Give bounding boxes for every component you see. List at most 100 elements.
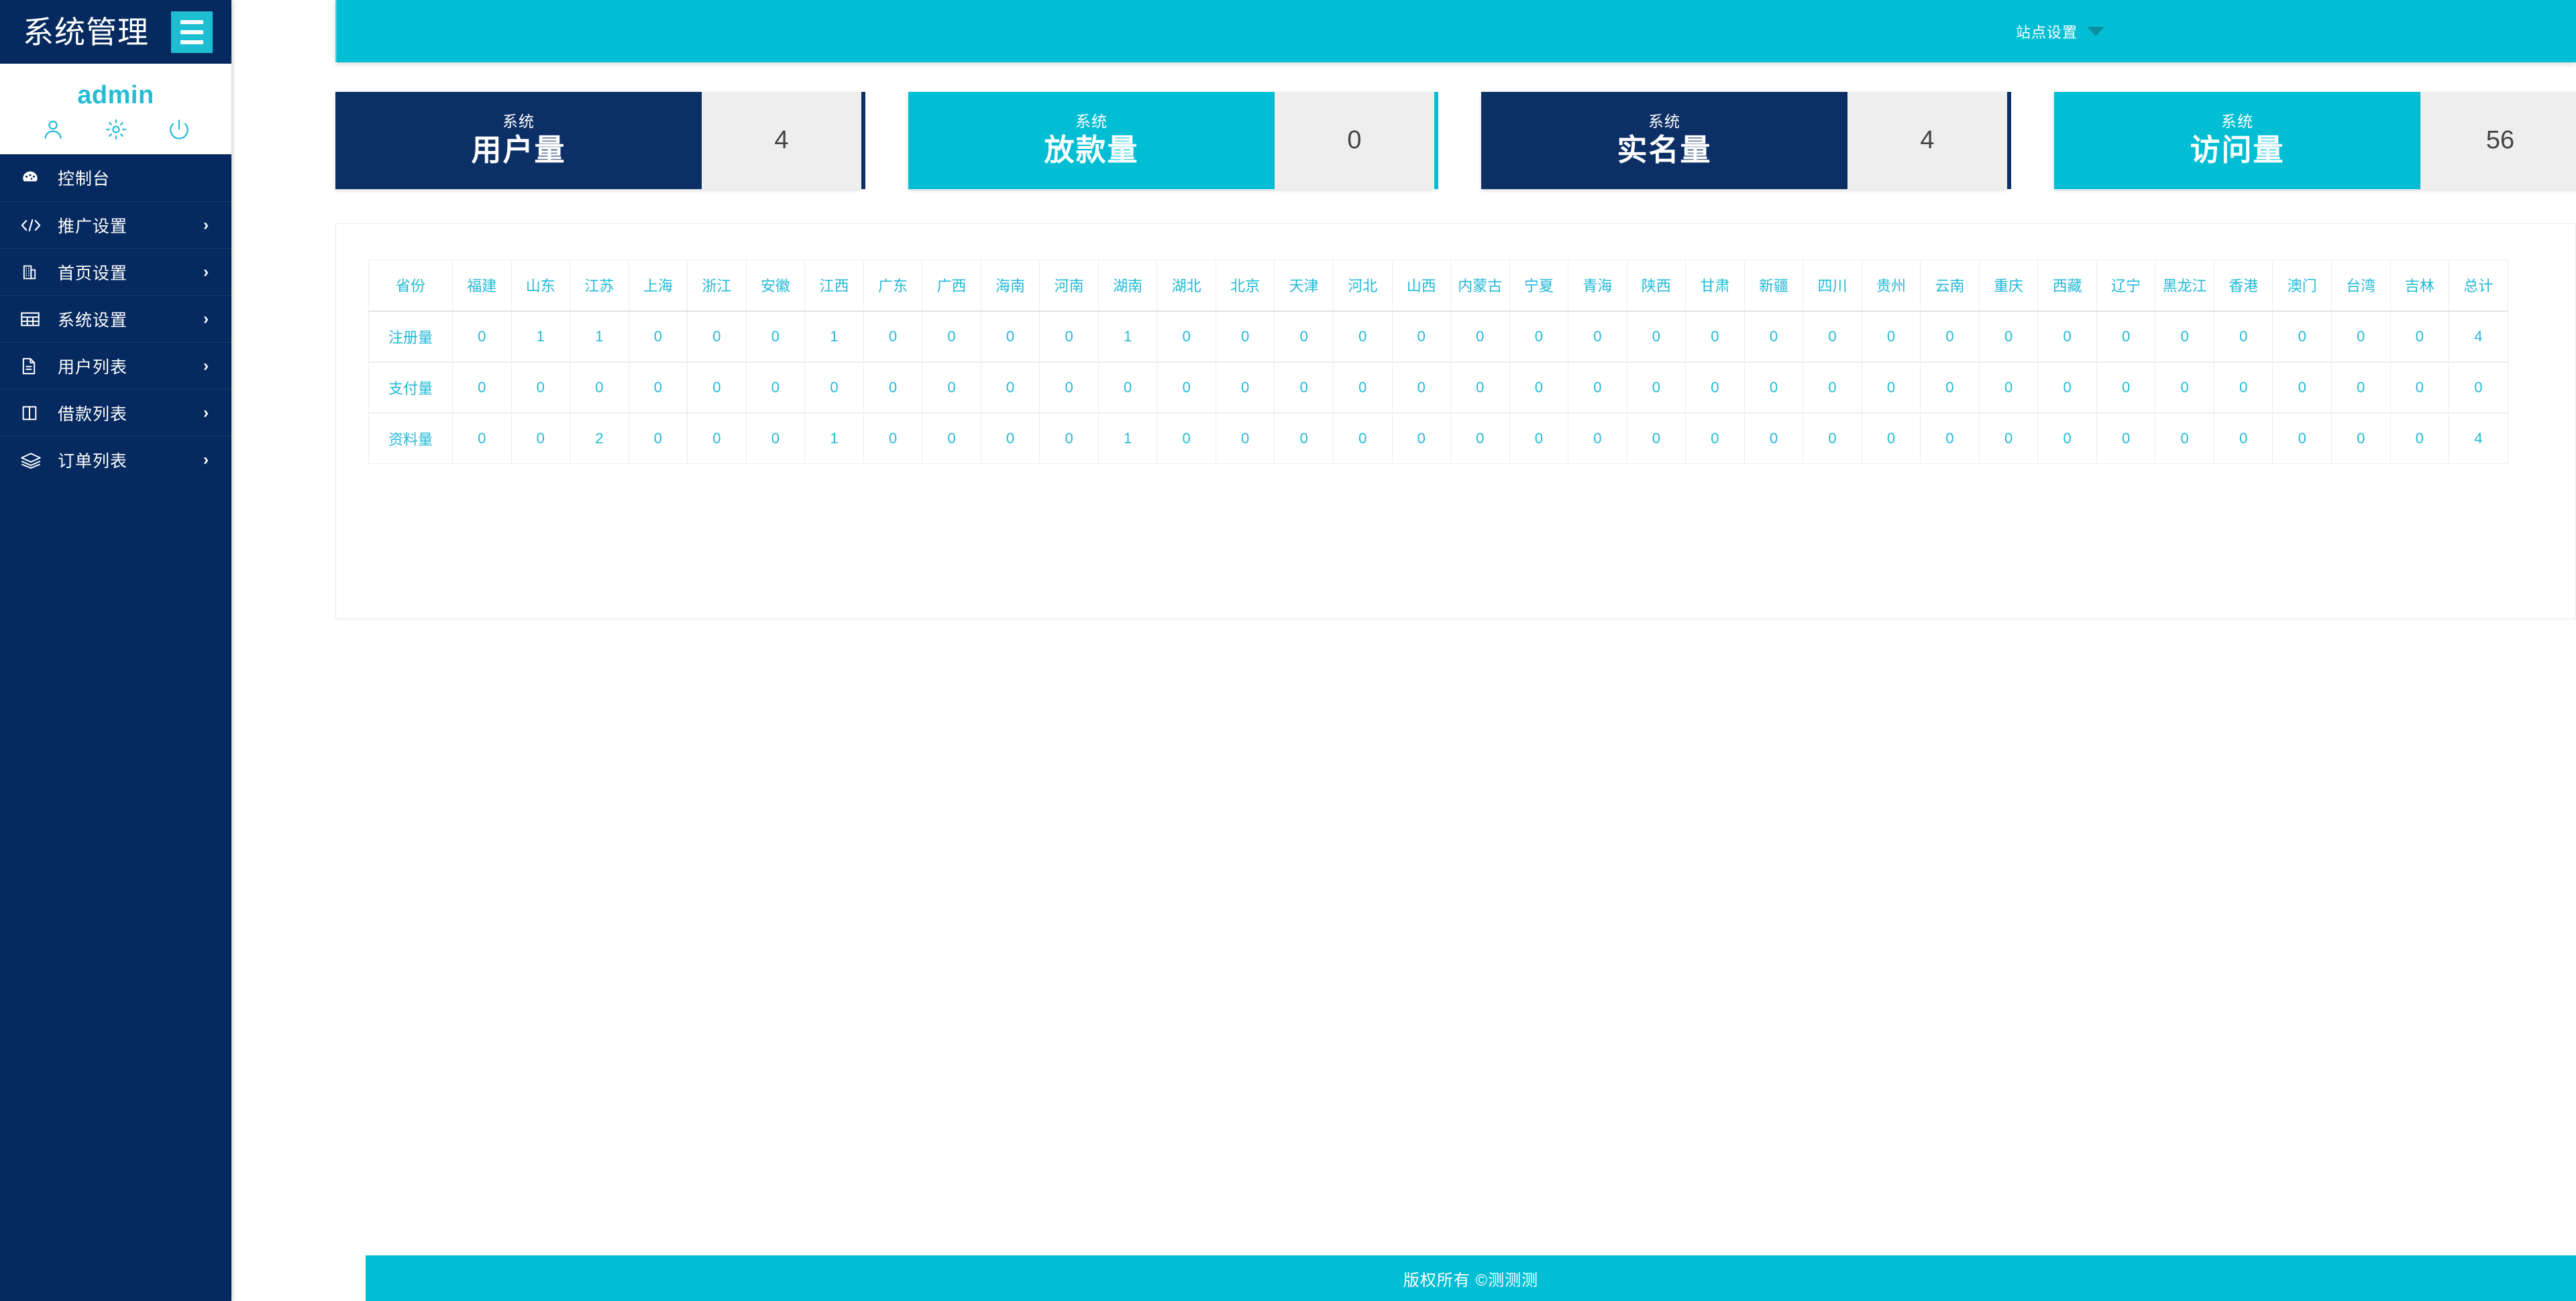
table-cell: 0: [687, 361, 747, 413]
user-profile-icon[interactable]: [42, 118, 64, 141]
table-column-header: 辽宁: [2096, 260, 2156, 312]
table-cell: 0: [452, 361, 512, 413]
table-cell: 0: [2272, 310, 2332, 362]
table-column-header: 北京: [1215, 260, 1275, 312]
content-panel: 省份 福建 山东 江苏 上海 浙江 安徽 江西 广东 广西 海南 河南 湖南 湖北 北京 天津 河北 山西 内蒙古宁…: [335, 223, 2576, 619]
sidebar-item-order-list[interactable]: 订单列表 ›: [0, 436, 231, 483]
stat-card-visit-count[interactable]: 系统 访问量 56: [2054, 92, 2576, 189]
table-cell: 0: [863, 310, 923, 362]
table-cell: 0: [745, 361, 806, 413]
table-cell: 0: [2272, 412, 2332, 464]
stat-card-value: 4: [1847, 92, 2007, 189]
table-column-header-label: 省份: [368, 260, 453, 312]
table-column-header: 广东: [863, 260, 923, 312]
table-cell: 0: [1215, 412, 1275, 464]
table-cell: 0: [2096, 310, 2156, 362]
table-cell: 1: [804, 412, 864, 464]
table-cell: 0: [1274, 310, 1334, 362]
table-cell: 0: [1509, 412, 1569, 464]
stat-card-realname-count[interactable]: 系统 实名量 4: [1481, 92, 2011, 189]
sidebar-item-promotion-settings[interactable]: 推广设置 ›: [0, 201, 231, 248]
table-column-header: 江苏: [570, 260, 629, 312]
table-column-header: 贵州: [1861, 260, 1921, 312]
table-column-header: 西藏: [2037, 260, 2097, 312]
table-cell: 0: [1097, 361, 1158, 413]
table-header-row: 省份 福建 山东 江苏 上海 浙江 安徽 江西 广东 广西 海南 河南 湖南 湖北 北京 天津 河北 山西 内蒙古宁…: [368, 260, 2508, 312]
user-panel: admin: [0, 64, 231, 154]
table-cell: 0: [2213, 310, 2273, 362]
stat-card-title: 访问量: [2190, 133, 2285, 168]
table-column-header: 安徽: [745, 260, 806, 312]
stat-card-user-count[interactable]: 系统 用户量 4: [335, 92, 865, 189]
stat-card-accent-bar: [1434, 92, 1438, 189]
chevron-right-icon: ›: [203, 215, 209, 234]
table-row: 支付量 0 0 0 0 0 0 0 0 0 0 0 0 0 0 0 0 0 0 0 0 0 0 0 0 0 0 0 0 0 0 0 0 0 0 0: [368, 361, 2508, 413]
stat-cards-row: 系统 用户量 4 系统 放款量 0 系统 实名量 4 系统 访问量 56: [335, 92, 2576, 189]
table-cell: 0: [2331, 412, 2391, 464]
table-cell: 0: [687, 412, 747, 464]
table-cell: 0: [1157, 412, 1216, 464]
sidebar-item-label: 首页设置: [58, 264, 128, 283]
table-cell: 1: [1097, 310, 1158, 362]
table-cell: 0: [2390, 361, 2450, 413]
table-cell: 0: [1157, 361, 1216, 413]
stat-card-header: 系统 放款量: [908, 92, 1275, 189]
table-column-header: 福建: [452, 260, 512, 312]
table-cell: 0: [2331, 310, 2391, 362]
table-column-header: 云南: [1920, 260, 1980, 312]
table-cell: 0: [1391, 310, 1452, 362]
table-cell: 0: [2155, 412, 2214, 464]
table-cell: 0: [922, 310, 981, 362]
stat-card-title: 用户量: [471, 133, 566, 168]
table-cell: 0: [452, 412, 512, 464]
stat-card-header: 系统 用户量: [335, 92, 702, 189]
sidebar-item-system-settings[interactable]: 系统设置 ›: [0, 295, 231, 342]
table-cell: 0: [2331, 361, 2391, 413]
chevron-down-icon: [2087, 26, 2105, 36]
sidebar-item-dashboard[interactable]: 控制台: [0, 154, 231, 201]
user-action-icons: [42, 118, 191, 141]
dashboard-icon: [20, 167, 48, 188]
sidebar-item-label: 用户列表: [58, 357, 128, 377]
table-cell: 0: [1920, 361, 1980, 413]
hamburger-bar: [180, 30, 203, 34]
table-cell: 1: [570, 310, 629, 362]
sidebar-item-label: 推广设置: [58, 217, 128, 236]
stat-card-subtitle: 系统: [1075, 112, 1108, 130]
chevron-right-icon: ›: [203, 262, 209, 281]
sidebar-item-loan-list[interactable]: 借款列表 ›: [0, 389, 231, 436]
table-cell: 0: [452, 310, 512, 362]
sidebar-item-user-list[interactable]: 用户列表 ›: [0, 342, 231, 389]
table-header: 省份 福建 山东 江苏 上海 浙江 安徽 江西 广东 广西 海南 河南 湖南 湖北 北京 天津 河北 山西 内蒙古宁…: [368, 260, 2508, 312]
table-cell: 0: [922, 412, 981, 464]
stat-card-value: 4: [702, 92, 861, 189]
table-column-header: 总计: [2449, 260, 2508, 312]
table-row-label: 注册量: [368, 310, 453, 362]
table-cell: 0: [1568, 310, 1627, 362]
table-cell: 0: [1626, 412, 1686, 464]
table-cell: 0: [2390, 310, 2450, 362]
table-cell: 0: [1450, 361, 1510, 413]
table-cell: 0: [511, 412, 571, 464]
table-cell: 0: [1685, 361, 1745, 413]
gear-settings-icon[interactable]: [105, 118, 127, 141]
hamburger-menu-icon[interactable]: [171, 11, 213, 53]
site-settings-dropdown[interactable]: 站点设置: [2016, 21, 2105, 42]
table-cell: 0: [745, 412, 806, 464]
table-cell: 0: [863, 412, 923, 464]
table-cell: 0: [1743, 310, 1804, 362]
table-column-header: 台湾: [2331, 260, 2391, 312]
table-column-header: 山西: [1391, 260, 1452, 312]
stat-card-header: 系统 实名量: [1481, 92, 1847, 189]
table-cell: 0: [1861, 412, 1921, 464]
table-cell: 0: [2037, 361, 2097, 413]
top-navigation-bar: 站点设置: [335, 0, 2576, 62]
table-column-header: 陕西: [1626, 260, 1686, 312]
table-cell: 0: [980, 310, 1040, 362]
sidebar-item-label: 订单列表: [58, 451, 128, 471]
table-cell: 0: [1978, 310, 2039, 362]
power-logout-icon[interactable]: [168, 118, 191, 141]
sidebar-item-homepage-settings[interactable]: 首页设置 ›: [0, 248, 231, 295]
table-row: 注册量 0 1 1 0 0 0 1 0 0 0 0 1 0 0 0 0 0 0 0 0 0 0 0 0 0 0 0 0 0 0 0 0 0 0 4: [368, 310, 2508, 362]
stat-card-loan-count[interactable]: 系统 放款量 0: [908, 92, 1438, 189]
